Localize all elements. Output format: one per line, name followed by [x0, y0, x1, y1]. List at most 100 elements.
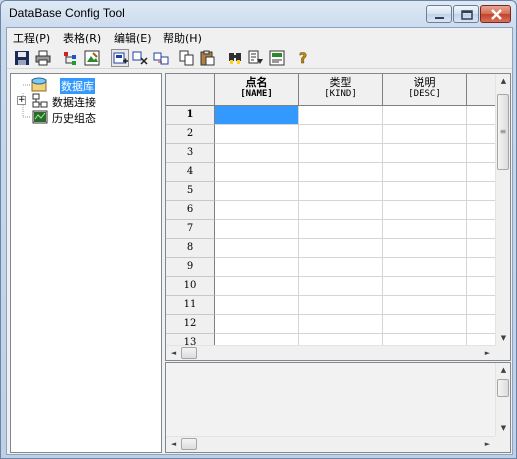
- output-pane[interactable]: ▲ ▼ ◄ ►: [165, 362, 511, 453]
- tree-item-database[interactable]: 数据库: [11, 77, 151, 94]
- grid-cell[interactable]: [215, 277, 299, 296]
- row-header[interactable]: 6: [166, 201, 215, 220]
- grid-cell[interactable]: [383, 201, 467, 220]
- points-grid[interactable]: 点名 [NAME] 类型 [KIND] 说明 [DESC] 1 2 3 4 5 6 7 8 9 10 11 12 1…: [165, 73, 511, 361]
- grid-horizontal-scrollbar[interactable]: ◄ ►: [166, 345, 495, 360]
- print-button[interactable]: [34, 49, 52, 67]
- output-horizontal-thumb[interactable]: [181, 438, 197, 450]
- column-header[interactable]: 类型 [KIND]: [299, 74, 383, 106]
- grid-corner[interactable]: [166, 74, 215, 106]
- title-bar[interactable]: DataBase Config Tool: [1, 1, 516, 27]
- grid-cell[interactable]: [299, 106, 383, 125]
- copy-button[interactable]: [178, 49, 196, 67]
- move-row-button[interactable]: [152, 49, 170, 67]
- column-header-code: [DESC]: [408, 89, 441, 99]
- menu-help[interactable]: 帮助(H): [163, 30, 202, 46]
- grid-cell[interactable]: [215, 125, 299, 144]
- tree-item-data-connection[interactable]: + 数据连接: [11, 93, 151, 109]
- help-button[interactable]: ?: [294, 49, 312, 67]
- close-button[interactable]: [480, 5, 511, 23]
- grid-cell[interactable]: [383, 144, 467, 163]
- output-scroll-up-icon[interactable]: ▲: [496, 363, 511, 378]
- grid-cell[interactable]: [299, 239, 383, 258]
- grid-cell[interactable]: [383, 163, 467, 182]
- output-vertical-thumb[interactable]: [497, 379, 509, 397]
- minimize-button[interactable]: [426, 5, 452, 23]
- grid-cell[interactable]: [383, 277, 467, 296]
- grid-cell[interactable]: [383, 106, 467, 125]
- grid-cell[interactable]: [299, 258, 383, 277]
- grid-cell[interactable]: [215, 182, 299, 201]
- grid-cell[interactable]: [215, 296, 299, 315]
- row-header[interactable]: 2: [166, 125, 215, 144]
- grid-cell[interactable]: [383, 239, 467, 258]
- grid-cell[interactable]: [215, 201, 299, 220]
- menu-project[interactable]: 工程(P): [13, 30, 50, 46]
- output-horizontal-scrollbar[interactable]: ◄ ►: [166, 436, 495, 452]
- grid-cell[interactable]: [215, 163, 299, 182]
- scroll-down-icon[interactable]: ▼: [496, 331, 510, 346]
- grid-cell[interactable]: [299, 201, 383, 220]
- grid-horizontal-thumb[interactable]: [181, 347, 197, 359]
- scroll-left-icon[interactable]: ◄: [166, 346, 181, 360]
- grid-cell[interactable]: [215, 258, 299, 277]
- grid-cell[interactable]: [383, 220, 467, 239]
- row-header[interactable]: 9: [166, 258, 215, 277]
- grid-cell[interactable]: [215, 220, 299, 239]
- output-vertical-scrollbar[interactable]: ▲ ▼: [495, 363, 510, 436]
- grid-cell[interactable]: [383, 182, 467, 201]
- grid-cell[interactable]: [383, 315, 467, 334]
- grid-cell[interactable]: [299, 315, 383, 334]
- grid-cell[interactable]: [215, 315, 299, 334]
- move-row-icon: [153, 52, 169, 65]
- replace-button[interactable]: [247, 49, 265, 67]
- grid-vertical-thumb[interactable]: ≡: [497, 94, 509, 170]
- output-scroll-down-icon[interactable]: ▼: [496, 421, 511, 436]
- maximize-button[interactable]: [453, 5, 479, 23]
- column-header[interactable]: 点名 [NAME]: [215, 74, 299, 106]
- find-button[interactable]: [226, 49, 244, 67]
- expand-toggle-icon[interactable]: +: [17, 96, 26, 105]
- export-icon: [269, 50, 285, 66]
- menu-edit[interactable]: 编辑(E): [114, 30, 152, 46]
- tree-view[interactable]: 数据库 + 数据连接 历史组态: [10, 73, 162, 453]
- output-scroll-left-icon[interactable]: ◄: [166, 437, 181, 452]
- grid-cell[interactable]: [299, 125, 383, 144]
- grid-cell[interactable]: [299, 296, 383, 315]
- scroll-up-icon[interactable]: ▲: [496, 74, 510, 89]
- grid-cell[interactable]: [299, 277, 383, 296]
- paste-button[interactable]: [199, 49, 217, 67]
- image-edit-button[interactable]: [83, 49, 101, 67]
- row-header[interactable]: 11: [166, 296, 215, 315]
- client-area: 工程(P) 表格(R) 编辑(E) 帮助(H) ? 数据库 + 数据连接 历史组…: [6, 27, 513, 455]
- cut-row-button[interactable]: [131, 49, 149, 67]
- column-header[interactable]: 说明 [DESC]: [383, 74, 467, 106]
- grid-cell[interactable]: [215, 144, 299, 163]
- grid-cell[interactable]: [299, 220, 383, 239]
- grid-cell[interactable]: [299, 182, 383, 201]
- row-header[interactable]: 7: [166, 220, 215, 239]
- insert-row-button[interactable]: [111, 49, 129, 67]
- row-header[interactable]: 10: [166, 277, 215, 296]
- grid-cell[interactable]: [215, 106, 299, 125]
- save-button[interactable]: [13, 49, 31, 67]
- row-header[interactable]: 8: [166, 239, 215, 258]
- grid-cell[interactable]: [299, 144, 383, 163]
- tree-button[interactable]: [62, 49, 80, 67]
- row-header[interactable]: 3: [166, 144, 215, 163]
- grid-cell[interactable]: [215, 239, 299, 258]
- row-header[interactable]: 4: [166, 163, 215, 182]
- menu-table[interactable]: 表格(R): [63, 30, 101, 46]
- row-header[interactable]: 12: [166, 315, 215, 334]
- output-scroll-right-icon[interactable]: ►: [480, 437, 495, 452]
- tree-item-history-config[interactable]: 历史组态: [11, 109, 151, 125]
- row-header[interactable]: 5: [166, 182, 215, 201]
- scroll-right-icon[interactable]: ►: [480, 346, 495, 360]
- grid-cell[interactable]: [383, 125, 467, 144]
- grid-cell[interactable]: [383, 296, 467, 315]
- grid-cell[interactable]: [299, 163, 383, 182]
- grid-cell[interactable]: [383, 258, 467, 277]
- grid-vertical-scrollbar[interactable]: ▲ ≡ ▼: [495, 74, 510, 346]
- export-button[interactable]: [268, 49, 286, 67]
- row-header[interactable]: 1: [166, 106, 215, 125]
